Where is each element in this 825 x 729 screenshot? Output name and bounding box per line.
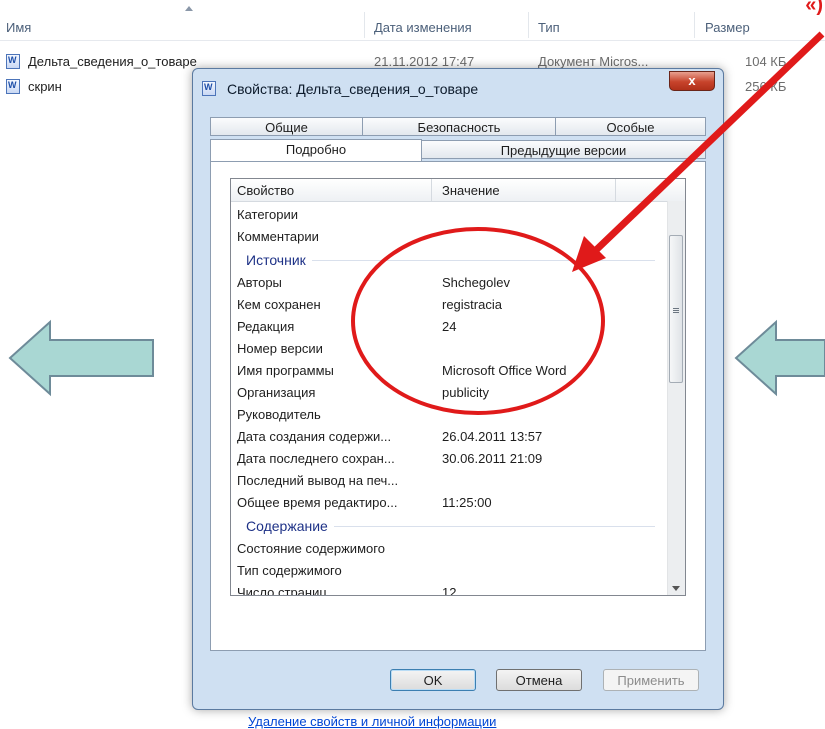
property-value: Microsoft Office Word xyxy=(442,363,567,378)
tab-security[interactable]: Безопасность xyxy=(362,117,556,136)
property-value: 30.06.2011 21:09 xyxy=(442,451,543,466)
dialog-title: Свойства: Дельта_сведения_о_товаре xyxy=(227,81,479,97)
header-separator xyxy=(615,179,616,201)
property-value: registracia xyxy=(442,297,502,312)
left-arrow-icon xyxy=(8,319,154,397)
property-value: 26.04.2011 13:57 xyxy=(442,429,543,444)
word-document-icon xyxy=(6,79,20,94)
column-separator xyxy=(364,12,365,38)
property-name: Кем сохранен xyxy=(237,297,321,312)
tab-custom[interactable]: Особые xyxy=(555,117,706,136)
property-row[interactable]: Комментарии xyxy=(231,226,665,248)
sort-ascending-icon xyxy=(185,6,193,11)
property-value: 24 xyxy=(442,319,457,334)
property-name: Авторы xyxy=(237,275,282,290)
property-value: 11:25:00 xyxy=(442,495,492,510)
property-value: 12 xyxy=(442,585,457,596)
property-name: Редакция xyxy=(237,319,295,334)
group-content: Содержание xyxy=(231,515,665,537)
vertical-scrollbar[interactable] xyxy=(667,201,685,595)
left-arrow-icon xyxy=(734,319,825,397)
property-value: Shchegolev xyxy=(442,275,510,290)
group-title: Источник xyxy=(246,252,312,268)
annotation-corner-mark: «) xyxy=(805,0,823,16)
scrollbar-thumb[interactable] xyxy=(669,235,683,383)
file-size: 256 КБ xyxy=(745,79,787,94)
property-name: Тип содержимого xyxy=(237,563,342,578)
tab-details[interactable]: Подробно xyxy=(210,139,422,161)
list-header: Свойство Значение xyxy=(231,179,685,202)
file-date: 21.11.2012 17:47 xyxy=(374,54,475,69)
group-title: Содержание xyxy=(246,518,334,534)
ok-button[interactable]: OK xyxy=(390,669,476,691)
properties-list[interactable]: Свойство Значение Категории Комментарии … xyxy=(230,178,686,596)
property-row[interactable]: Авторы Shchegolev xyxy=(231,272,665,294)
header-value[interactable]: Значение xyxy=(442,183,500,198)
details-panel: Свойство Значение Категории Комментарии … xyxy=(210,161,706,729)
remove-properties-link[interactable]: Удаление свойств и личной информации xyxy=(248,714,496,729)
property-row[interactable]: Состояние содержимого xyxy=(231,538,665,560)
property-name: Состояние содержимого xyxy=(237,541,385,556)
column-name[interactable]: Имя xyxy=(6,20,31,35)
property-row[interactable]: Дата создания содержи... 26.04.2011 13:5… xyxy=(231,426,665,448)
grip-icon xyxy=(673,308,679,309)
column-separator xyxy=(694,12,695,38)
column-size[interactable]: Размер xyxy=(705,20,750,35)
header-separator xyxy=(431,179,432,201)
property-row[interactable]: Редакция 24 xyxy=(231,316,665,338)
file-size: 104 КБ xyxy=(745,54,787,69)
column-separator xyxy=(528,12,529,38)
property-name: Общее время редактиро... xyxy=(237,495,398,510)
header-property[interactable]: Свойство xyxy=(237,183,294,198)
property-name: Число страниц xyxy=(237,585,327,596)
file-name: скрин xyxy=(28,79,62,94)
property-row[interactable]: Кем сохранен registracia xyxy=(231,294,665,316)
property-name: Номер версии xyxy=(237,341,323,356)
cancel-button[interactable]: Отмена xyxy=(496,669,582,691)
word-document-icon xyxy=(202,81,216,96)
property-name: Дата создания содержи... xyxy=(237,429,392,444)
property-row[interactable]: Тип содержимого xyxy=(231,560,665,582)
apply-button[interactable]: Применить xyxy=(603,669,699,691)
property-row[interactable]: Организация publicity xyxy=(231,382,665,404)
property-row[interactable]: Имя программы Microsoft Office Word xyxy=(231,360,665,382)
explorer-column-header: Имя Дата изменения Тип Размер «) xyxy=(0,0,825,41)
close-button[interactable]: x xyxy=(669,71,715,91)
property-name: Последний вывод на печ... xyxy=(237,473,399,488)
property-row[interactable]: Общее время редактиро... 11:25:00 xyxy=(231,492,665,514)
property-name: Комментарии xyxy=(237,229,319,244)
property-row[interactable]: Дата последнего сохран... 30.06.2011 21:… xyxy=(231,448,665,470)
column-type[interactable]: Тип xyxy=(538,20,560,35)
property-row[interactable]: Номер версии xyxy=(231,338,665,360)
property-name: Дата последнего сохран... xyxy=(237,451,395,466)
group-source: Источник xyxy=(231,249,665,271)
property-name: Категории xyxy=(237,207,298,222)
property-name: Руководитель xyxy=(237,407,321,422)
word-document-icon xyxy=(6,54,20,69)
scroll-down-arrow-icon[interactable] xyxy=(672,586,680,591)
property-name: Имя программы xyxy=(237,363,334,378)
property-row[interactable]: Число страниц 12 xyxy=(231,582,665,596)
property-row[interactable]: Последний вывод на печ... xyxy=(231,470,665,492)
file-name: Дельта_сведения_о_товаре xyxy=(28,54,197,69)
dialog-titlebar[interactable]: Свойства: Дельта_сведения_о_товаре x xyxy=(193,69,723,107)
property-row[interactable]: Категории xyxy=(231,204,665,226)
properties-dialog: Свойства: Дельта_сведения_о_товаре x Общ… xyxy=(192,68,724,729)
property-row[interactable]: Руководитель xyxy=(231,404,665,426)
file-type: Документ Micros... xyxy=(538,54,649,69)
column-date[interactable]: Дата изменения xyxy=(374,20,472,35)
tab-general[interactable]: Общие xyxy=(210,117,363,136)
property-value: publicity xyxy=(442,385,489,400)
tab-previous-versions[interactable]: Предыдущие версии xyxy=(421,140,706,159)
property-name: Организация xyxy=(237,385,316,400)
